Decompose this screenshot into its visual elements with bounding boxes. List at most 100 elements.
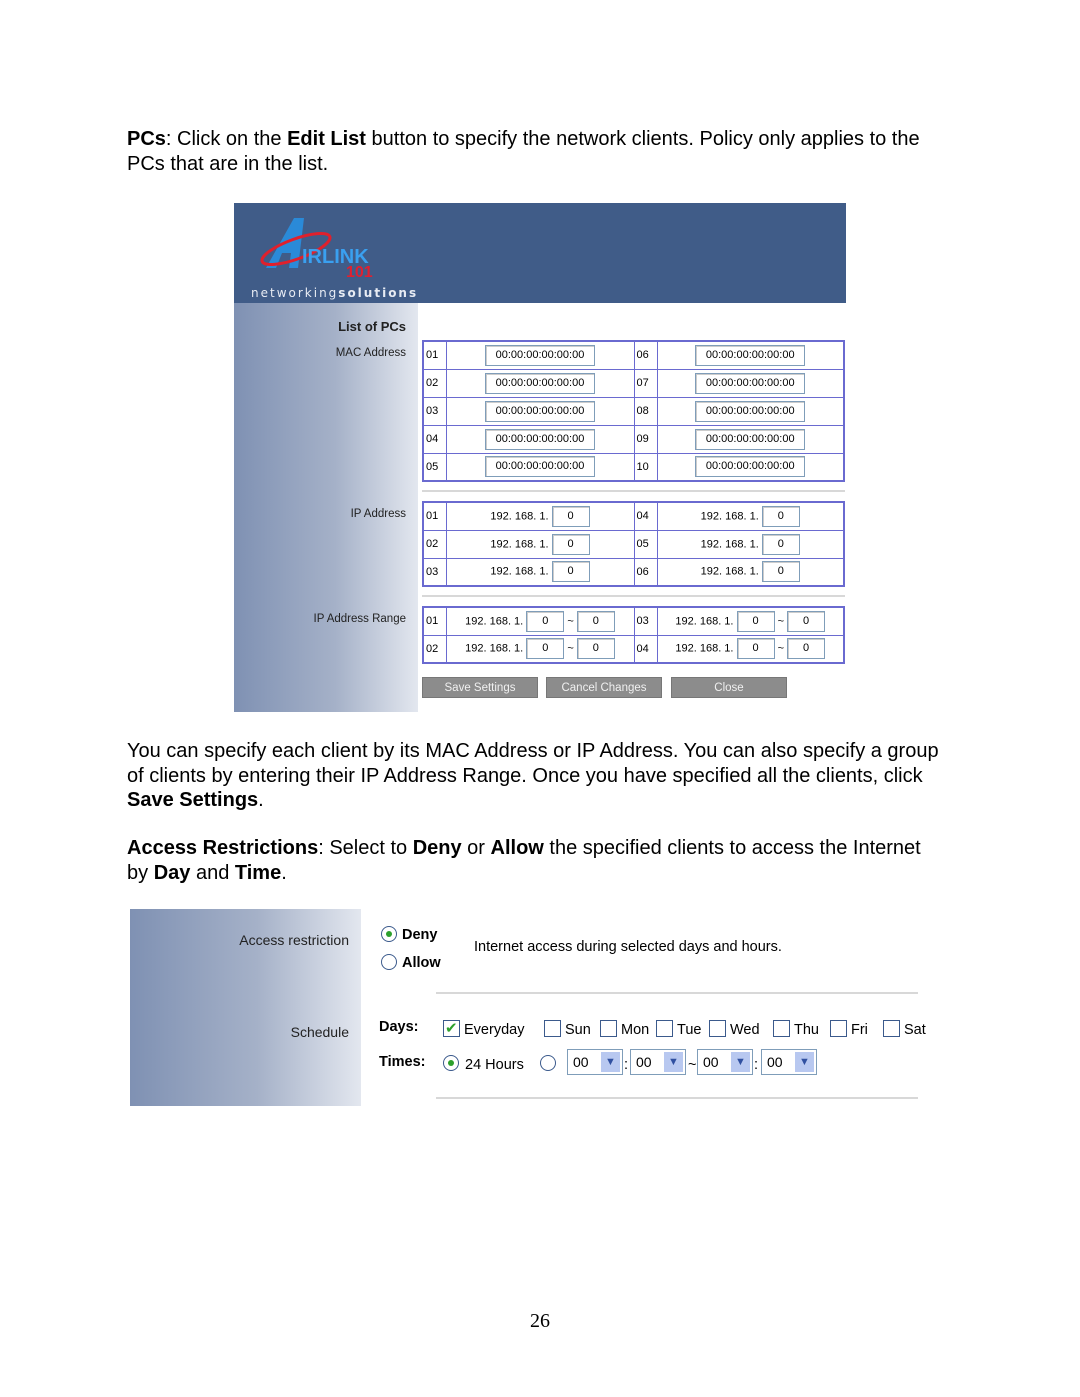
tilde: ~ bbox=[688, 1057, 697, 1073]
mac-input[interactable]: 00:00:00:00:00:00 bbox=[695, 344, 806, 366]
table-row: 05 00:00:00:00:00:00 10 00:00:00:00:00:00 bbox=[422, 452, 845, 482]
day-label: Sun bbox=[565, 1022, 591, 1038]
cancel-changes-button[interactable]: Cancel Changes bbox=[546, 677, 662, 698]
value: 00 bbox=[573, 1054, 589, 1070]
mac-input[interactable]: 00:00:00:00:00:00 bbox=[485, 400, 595, 422]
range-start-input[interactable]: 0 bbox=[526, 638, 565, 660]
day-label: Mon bbox=[621, 1022, 650, 1038]
end-minute-select[interactable]: 00 ▼ bbox=[761, 1049, 817, 1075]
chevron-down-icon: ▼ bbox=[731, 1052, 750, 1072]
range-separator: ~ bbox=[567, 642, 574, 655]
range-start-input[interactable]: 0 bbox=[526, 610, 565, 632]
deny-radio[interactable] bbox=[381, 926, 397, 942]
chevron-down-icon: ▼ bbox=[795, 1052, 814, 1072]
term: PCs bbox=[127, 128, 166, 150]
ip-input[interactable]: 0 bbox=[761, 505, 800, 527]
value: 00 bbox=[767, 1054, 783, 1070]
row-number: 02 bbox=[422, 634, 447, 664]
divider bbox=[436, 1097, 918, 1099]
mac-input[interactable]: 00:00:00:00:00:00 bbox=[695, 372, 806, 394]
colon: : bbox=[754, 1057, 759, 1073]
row-number: 01 bbox=[422, 340, 447, 370]
start-hour-select[interactable]: 00 ▼ bbox=[567, 1049, 623, 1075]
header-banner: IRLINK 101 networkingsolutions bbox=[234, 203, 846, 303]
row-number: 02 bbox=[422, 529, 447, 559]
mac-input[interactable]: 00:00:00:00:00:00 bbox=[485, 344, 595, 366]
divider bbox=[422, 595, 845, 597]
value: 00 bbox=[703, 1054, 719, 1070]
range-end-input[interactable]: 0 bbox=[576, 610, 615, 632]
day-checkbox-fri[interactable] bbox=[830, 1020, 847, 1037]
day-label: Thu bbox=[794, 1022, 819, 1038]
mac-table: 01 00:00:00:00:00:00 06 00:00:00:00:00:00 02… bbox=[422, 340, 845, 482]
range-end-input[interactable]: 0 bbox=[787, 638, 826, 660]
row-number: 04 bbox=[633, 501, 658, 531]
ip-input[interactable]: 0 bbox=[551, 505, 590, 527]
start-minute-select[interactable]: 00 ▼ bbox=[630, 1049, 686, 1075]
cell: 192. 168. 1. 0 ~ 0 bbox=[656, 606, 845, 636]
table-row: 01 192. 168. 1. 0 04 192. 168. 1. 0 bbox=[422, 501, 845, 531]
range-table: 01 192. 168. 1. 0 ~ 0 03 192. 168. 1. 0 ~ 0… bbox=[422, 606, 845, 664]
ip-prefix: 192. 168. 1. bbox=[700, 565, 759, 578]
row-number: 10 bbox=[633, 452, 658, 482]
range-end-input[interactable]: 0 bbox=[787, 610, 826, 632]
range-end-input[interactable]: 0 bbox=[576, 638, 615, 660]
day-checkbox-wed[interactable] bbox=[709, 1020, 726, 1037]
term: Deny bbox=[412, 837, 462, 859]
divider bbox=[436, 992, 918, 994]
ip-input[interactable]: 0 bbox=[551, 561, 590, 583]
ip-prefix: 192. 168. 1. bbox=[700, 537, 759, 550]
table-row: 03 192. 168. 1. 0 06 192. 168. 1. 0 bbox=[422, 557, 845, 587]
row-number: 03 bbox=[633, 606, 658, 636]
end-hour-select[interactable]: 00 ▼ bbox=[697, 1049, 753, 1075]
day-label: Everyday bbox=[464, 1022, 525, 1038]
mac-label: MAC Address bbox=[335, 347, 406, 359]
range-separator: ~ bbox=[567, 615, 574, 628]
cell: 192. 168. 1. 0 ~ 0 bbox=[656, 634, 845, 664]
custom-time-radio[interactable] bbox=[540, 1055, 556, 1071]
ip-input[interactable]: 0 bbox=[551, 533, 590, 555]
mac-input[interactable]: 00:00:00:00:00:00 bbox=[695, 456, 806, 478]
term: Save Settings bbox=[127, 789, 259, 811]
table-row: 02 192. 168. 1. 0 ~ 0 04 192. 168. 1. 0 ~ 0 bbox=[422, 634, 845, 664]
ip-input[interactable]: 0 bbox=[761, 533, 800, 555]
airlink-logo: IRLINK 101 bbox=[260, 218, 373, 281]
row-number: 03 bbox=[422, 557, 447, 587]
day-checkbox-tue[interactable] bbox=[656, 1020, 673, 1037]
ip-label: IP Address bbox=[350, 508, 406, 520]
row-number: 04 bbox=[633, 634, 658, 664]
day-checkbox-mon[interactable] bbox=[600, 1020, 617, 1037]
times-label: Times: bbox=[379, 1054, 426, 1070]
close-button[interactable]: Close bbox=[671, 677, 787, 698]
range-separator: ~ bbox=[777, 615, 785, 628]
row-number: 04 bbox=[422, 424, 447, 454]
chevron-down-icon: ▼ bbox=[664, 1052, 683, 1072]
mac-input[interactable]: 00:00:00:00:00:00 bbox=[485, 372, 595, 394]
day-checkbox-sat[interactable] bbox=[883, 1020, 900, 1037]
mac-input[interactable]: 00:00:00:00:00:00 bbox=[695, 400, 806, 422]
save-settings-button[interactable]: Save Settings bbox=[422, 677, 538, 698]
day-checkbox-sun[interactable] bbox=[544, 1020, 561, 1037]
cell: 00:00:00:00:00:00 bbox=[656, 452, 845, 482]
day-label: Fri bbox=[851, 1022, 868, 1038]
cell: 192. 168. 1. 0 bbox=[656, 529, 845, 559]
ip-input[interactable]: 0 bbox=[761, 561, 800, 583]
mac-input[interactable]: 00:00:00:00:00:00 bbox=[485, 456, 595, 478]
clients-paragraph: You can specify each client by its MAC A… bbox=[127, 739, 947, 813]
text: . bbox=[258, 789, 264, 811]
cell: 00:00:00:00:00:00 bbox=[656, 396, 845, 426]
day-checkbox-everyday[interactable] bbox=[443, 1019, 460, 1037]
mac-input[interactable]: 00:00:00:00:00:00 bbox=[695, 428, 806, 450]
allow-radio[interactable] bbox=[381, 954, 397, 970]
ip-prefix: 192. 168. 1. bbox=[675, 615, 734, 628]
mac-input[interactable]: 00:00:00:00:00:00 bbox=[485, 428, 595, 450]
cell: 00:00:00:00:00:00 bbox=[656, 368, 845, 398]
24-hours-radio[interactable] bbox=[443, 1055, 459, 1071]
range-start-input[interactable]: 0 bbox=[736, 610, 775, 632]
day-checkbox-thu[interactable] bbox=[773, 1020, 790, 1037]
range-start-input[interactable]: 0 bbox=[736, 638, 775, 660]
list-title: List of PCs bbox=[338, 319, 406, 334]
divider bbox=[422, 490, 845, 492]
text: : Select to bbox=[318, 837, 413, 859]
cell: 192. 168. 1. 0 bbox=[445, 501, 635, 531]
